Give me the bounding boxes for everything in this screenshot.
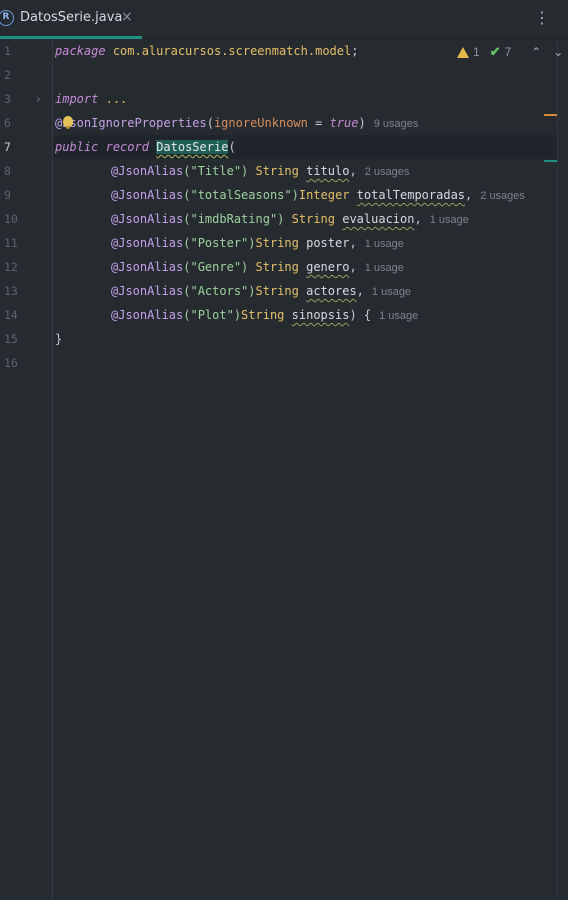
code-line[interactable]: 13 @JsonAlias("Actors")String actores, 1 … xyxy=(0,279,557,303)
code-text: @JsonAlias("Plot")String sinopsis) {1 us… xyxy=(111,308,419,322)
line-number: 3 xyxy=(4,92,11,106)
editor-scrollbar-track[interactable] xyxy=(557,39,558,900)
code-line[interactable]: 12 @JsonAlias("Genre") String genero, 1 u… xyxy=(0,255,557,279)
more-options-icon[interactable]: ⋮ xyxy=(534,8,550,28)
usages-hint[interactable]: 2 usages xyxy=(480,190,525,202)
fold-expand-icon[interactable]: › xyxy=(36,87,41,111)
record-name: DatosSerie xyxy=(156,140,229,154)
code-text: @JsonAlias("totalSeasons")Integer totalT… xyxy=(111,188,525,202)
code-text: public record DatosSerie( xyxy=(55,140,236,154)
usages-hint[interactable]: 1 usage xyxy=(430,214,469,226)
code-text: @JsonAlias("imdbRating") String evaluaci… xyxy=(111,212,469,226)
close-tab-icon[interactable]: × xyxy=(121,9,133,25)
code-line[interactable]: 10 @JsonAlias("imdbRating") String evalu… xyxy=(0,207,557,231)
line-number: 8 xyxy=(4,164,11,178)
line-number: 1 xyxy=(4,44,11,58)
line-number: 13 xyxy=(4,284,18,298)
line-number: 7 xyxy=(4,140,11,154)
usages-hint[interactable]: 9 usages xyxy=(374,118,419,130)
code-text: @JsonIgnoreProperties(ignoreUnknown = tr… xyxy=(55,116,419,130)
code-editor[interactable]: 1 ✔ 7 ⌃ ⌄ 1 package com.aluracursos.scre… xyxy=(0,39,568,900)
code-line[interactable]: 2 xyxy=(0,63,557,87)
code-line[interactable]: 1 package com.aluracursos.screenmatch.mo… xyxy=(0,39,557,63)
usages-hint[interactable]: 2 usages xyxy=(365,166,410,178)
code-line[interactable]: 11 @JsonAlias("Poster")String poster, 1 u… xyxy=(0,231,557,255)
java-record-icon: R xyxy=(0,10,14,26)
line-number: 14 xyxy=(4,308,18,322)
code-line[interactable]: 16 xyxy=(0,351,557,375)
code-text: @JsonAlias("Genre") String genero, 1 usag… xyxy=(111,260,404,274)
code-text: @JsonAlias("Title") String titulo, 2 usag… xyxy=(111,164,410,178)
usages-hint[interactable]: 1 usage xyxy=(365,238,404,250)
line-number: 16 xyxy=(4,356,18,370)
code-text: @JsonAlias("Poster")String poster, 1 usag… xyxy=(111,236,404,250)
usages-hint[interactable]: 1 usage xyxy=(365,262,404,274)
lightbulb-icon[interactable] xyxy=(63,116,73,129)
code-text: } xyxy=(55,332,63,346)
code-line[interactable]: 7 public record DatosSerie( xyxy=(0,135,557,159)
code-text: import ... xyxy=(55,92,128,106)
line-number: 15 xyxy=(4,332,18,346)
code-text: @JsonAlias("Actors")String actores, 1 usa… xyxy=(111,284,412,298)
line-number: 12 xyxy=(4,260,18,274)
code-line[interactable]: 14 @JsonAlias("Plot")String sinopsis) {1… xyxy=(0,303,557,327)
code-line[interactable]: 8 @JsonAlias("Title") String titulo, 2 us… xyxy=(0,159,557,183)
line-number: 6 xyxy=(4,116,11,130)
tab-title: DatosSerie.java xyxy=(20,10,123,25)
code-line[interactable]: 3 › import ... xyxy=(0,87,557,111)
editor-tab-bar: R DatosSerie.java × ⋮ xyxy=(0,0,568,39)
tab-datosserie-java[interactable]: R DatosSerie.java × xyxy=(0,0,142,39)
usages-hint[interactable]: 1 usage xyxy=(379,310,418,322)
code-line[interactable]: 15 } xyxy=(0,327,557,351)
usages-hint[interactable]: 1 usage xyxy=(372,286,411,298)
line-number: 11 xyxy=(4,236,18,250)
line-number: 10 xyxy=(4,212,18,226)
line-number: 9 xyxy=(4,188,11,202)
code-text: package com.aluracursos.screenmatch.mode… xyxy=(55,44,359,58)
code-line[interactable]: 9 @JsonAlias("totalSeasons")Integer tota… xyxy=(0,183,557,207)
line-number: 2 xyxy=(4,68,11,82)
code-line[interactable]: 6 @JsonIgnoreProperties(ignoreUnknown = … xyxy=(0,111,557,135)
